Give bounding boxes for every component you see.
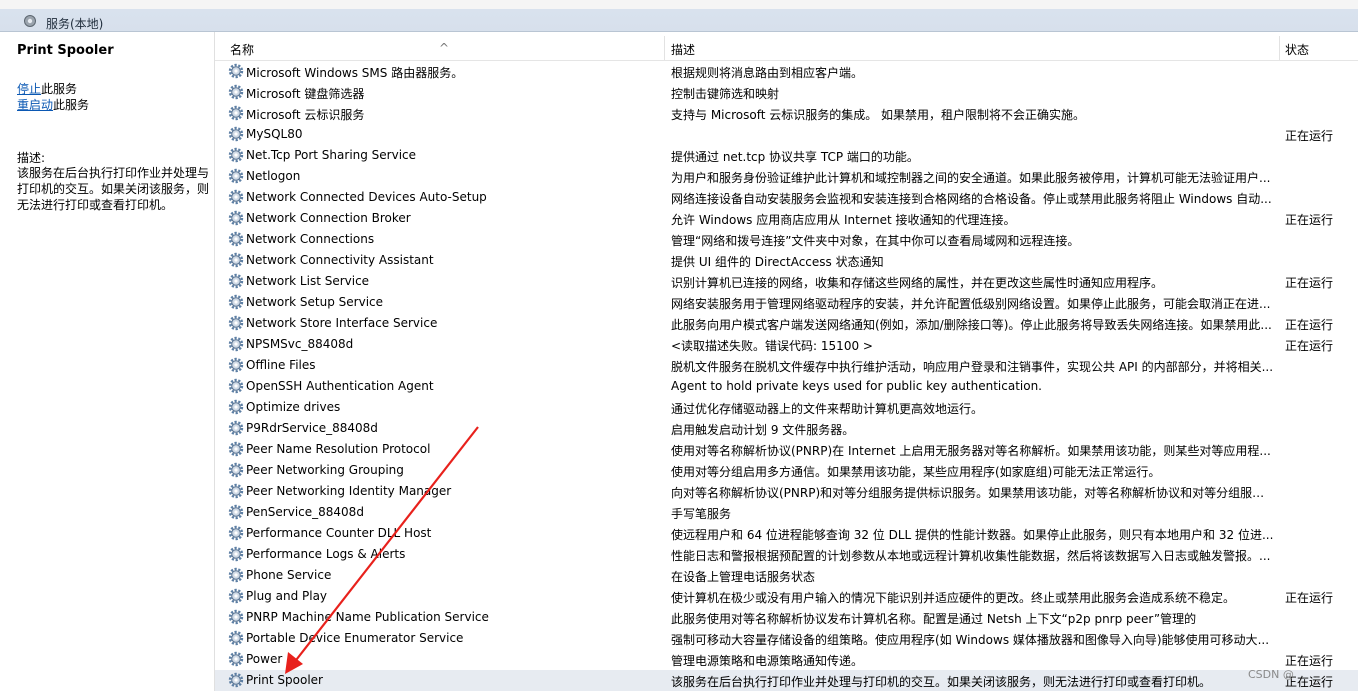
annotation-arrow (285, 426, 479, 674)
annotation-arrow-line (292, 426, 479, 665)
watermark: CSDN @ (1248, 668, 1294, 681)
